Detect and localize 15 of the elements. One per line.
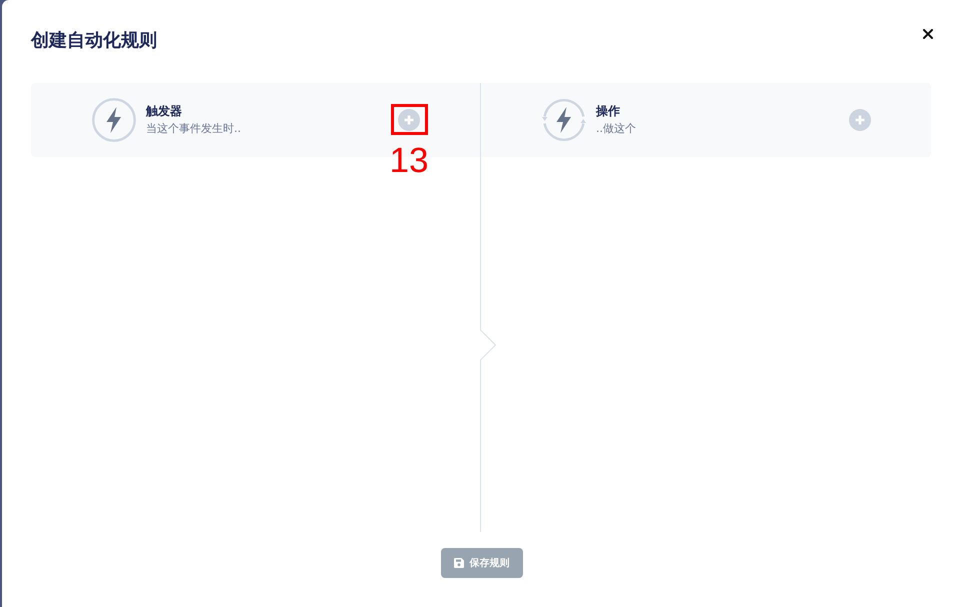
bolt-icon [92,98,136,142]
panel-subtitle: ..做这个 [596,121,636,137]
close-button[interactable] [923,29,933,39]
close-icon [923,29,933,39]
annotation-box [391,104,428,135]
panel-title: 触发器 [146,103,183,119]
annotation-label: 13 [388,141,430,181]
bolt-cycle-icon [542,98,586,142]
dialog-title: 创建自动化规则 [31,30,157,52]
plus-icon [404,115,414,125]
plus-icon [855,115,865,125]
panel-title: 操作 [596,103,621,119]
panel-subtitle: 当这个事件发生时.. [146,121,241,137]
add-button[interactable] [398,109,420,131]
add-button[interactable] [849,109,871,131]
